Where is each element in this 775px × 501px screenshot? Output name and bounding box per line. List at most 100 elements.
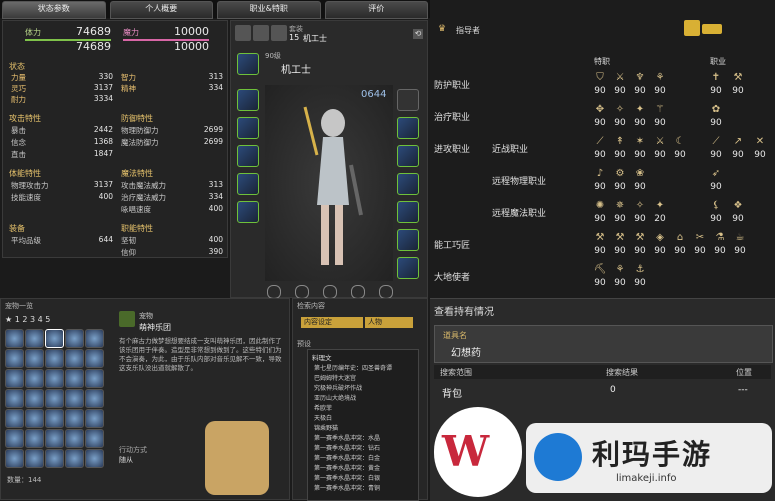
tab-review[interactable]: 评价 [324,1,428,19]
minion-slot[interactable] [25,389,44,408]
minion-slot[interactable] [85,449,104,468]
duty-list-item[interactable]: 希欧菲 [308,404,418,414]
minion-slot-selected[interactable] [45,329,64,348]
duty-list-item[interactable]: 第一赛季水晶冲突：白银 [308,474,418,484]
result-row[interactable]: 背包 0 --- [434,383,771,400]
rotate-icon[interactable] [267,285,281,299]
gear-slot-earrings[interactable] [397,117,419,139]
minion-slot[interactable] [65,409,84,428]
glamour-icon[interactable] [253,25,269,41]
gear-slot-hands[interactable] [237,173,259,195]
minion-slot[interactable] [5,449,24,468]
tab-status[interactable]: 状态参数 [2,1,106,19]
mentor-badge-icon[interactable] [684,20,700,36]
minion-slot[interactable] [85,349,104,368]
gear-slot-offhand[interactable] [397,89,419,111]
dye-icon[interactable] [271,25,287,41]
gear-slot-necklace[interactable] [397,145,419,167]
minion-slot[interactable] [5,389,24,408]
gear-slot-ring1[interactable] [397,201,419,223]
job-level: 90 [634,278,646,288]
minion-slot[interactable] [45,349,64,368]
duty-list-item[interactable]: 第一赛季水晶冲突：青铜 [308,484,418,494]
duty-list-item[interactable]: 第一赛季水晶冲突：水晶 [308,434,418,444]
minion-slot[interactable] [85,329,104,348]
minion-slot[interactable] [45,449,64,468]
pugilist-icon: ⟋ [712,136,720,147]
minion-slot[interactable] [5,369,24,388]
gear-slot-body[interactable] [237,145,259,167]
minion-slot[interactable] [5,329,24,348]
minion-slot[interactable] [25,429,44,448]
duty-list-item[interactable]: 第一赛季水晶冲突：白金 [308,454,418,464]
stat-label: 魔法防御力 [121,138,159,147]
sage-icon: ⚚ [655,104,665,115]
minion-slot[interactable] [5,349,24,368]
minion-count: 144 [28,476,42,484]
minion-slot[interactable] [65,389,84,408]
inventory-panel: 查看持有情况 道具名 幻想药 搜索范围 搜索结果 位置 背包 0 --- W 利… [430,298,775,501]
minion-slot[interactable] [25,349,44,368]
job-level: 90 [614,150,626,160]
gear-slot-bracelet[interactable] [397,173,419,195]
minion-slot[interactable] [45,409,64,428]
gear-slot-soulstone[interactable] [397,257,419,279]
level-label: 90级 [265,52,281,60]
duty-list-item[interactable]: 第一赛季水晶冲突：黄金 [308,464,418,474]
minion-slot[interactable] [45,389,64,408]
gear-slot-ring2[interactable] [397,229,419,251]
minion-slot[interactable] [85,389,104,408]
duty-list-item[interactable]: 亚历山大绝境战 [308,394,418,404]
minion-slot[interactable] [25,449,44,468]
armor-icon[interactable] [235,25,251,41]
dancer-icon: ❀ [635,168,645,179]
tab-profile[interactable]: 个人概要 [109,1,213,19]
minion-slot[interactable] [45,429,64,448]
ninja-icon: ✶ [635,136,645,147]
minion-slot[interactable] [45,369,64,388]
gear-slot-weapon[interactable] [237,89,259,111]
minion-slot[interactable] [25,329,44,348]
job-level: 90 [594,86,606,96]
stat-label: 平均品级 [11,236,41,245]
minion-slot[interactable] [65,429,84,448]
bard-icon: ♪ [596,168,604,179]
duty-list-item[interactable]: 第一赛季水晶冲突：钻石 [308,444,418,454]
minion-filter-icon[interactable]: ★ 1 2 3 4 5 [5,315,50,324]
minion-slot[interactable] [65,349,84,368]
duty-list-item[interactable]: 巴姆姆特大迷宫 [308,374,418,384]
gear-slot-head[interactable] [237,117,259,139]
minion-slot[interactable] [85,429,104,448]
minion-slot[interactable] [25,409,44,428]
weapon-toggle-icon[interactable] [295,285,309,299]
job-level: 90 [634,150,646,160]
minion-slot[interactable] [5,409,24,428]
character-viewport[interactable]: 0644 [265,85,393,281]
gear-slot-legs[interactable] [237,201,259,223]
tab-jobs[interactable]: 职业&特职 [217,1,321,19]
minion-slot[interactable] [25,369,44,388]
warrior-icon: ⚔ [615,72,625,83]
visor-toggle-icon[interactable] [323,285,337,299]
duty-list-item[interactable]: 天极白 [308,414,418,424]
attr-title: 状态 [9,62,25,71]
character-filter-button[interactable]: 人物 [365,317,413,328]
duty-list-item[interactable]: 究极神兵破坏作战 [308,384,418,394]
job-level: 90 [614,278,626,288]
duty-list-item[interactable]: 第七星历编年史：四圣兽奇谭 [308,364,418,374]
minion-slot[interactable] [65,369,84,388]
head-toggle-icon[interactable] [351,285,365,299]
minion-slot[interactable] [85,369,104,388]
minion-slot[interactable] [65,449,84,468]
toggle-icon[interactable] [702,24,722,34]
duty-list-item[interactable]: 锦乘野猫 [308,424,418,434]
stat-value: 390 [208,247,223,256]
minion-slot[interactable] [65,329,84,348]
zoom-icon[interactable] [379,285,393,299]
stat-value: 2442 [93,125,113,134]
minion-slot[interactable] [5,429,24,448]
job-category-dps: 进攻职业 [434,145,471,155]
refresh-icon[interactable]: ⟲ [413,29,423,39]
content-filter-button[interactable]: 内容设定 [301,317,363,328]
minion-slot[interactable] [85,409,104,428]
